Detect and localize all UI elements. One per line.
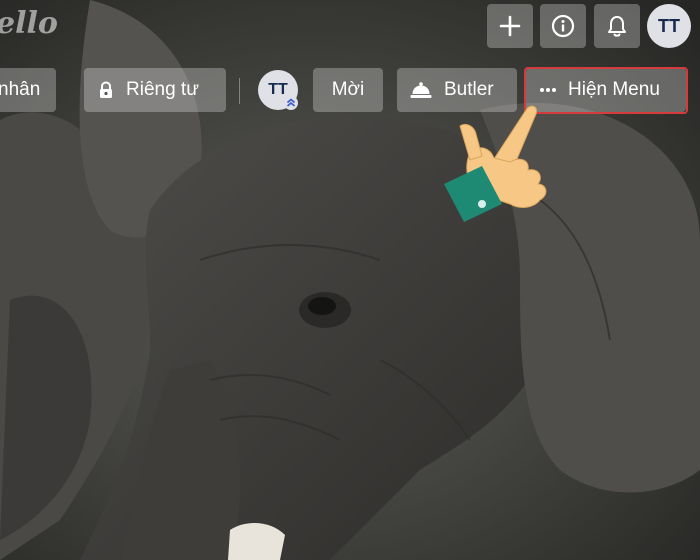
personal-board-label: nhân: [0, 79, 41, 100]
privacy-label: Riêng tư: [126, 79, 199, 100]
info-button[interactable]: [540, 4, 586, 48]
info-icon: [551, 14, 575, 38]
invite-button[interactable]: Mời: [313, 68, 383, 112]
board-member-avatar[interactable]: TT: [258, 70, 300, 112]
bell-icon: [608, 16, 626, 37]
personal-board-button[interactable]: nhân: [0, 68, 56, 112]
lock-icon: [98, 81, 114, 99]
pointing-hand-icon: [444, 105, 547, 222]
plus-icon: [499, 15, 521, 37]
butler-bell-icon: [410, 81, 432, 99]
add-button[interactable]: [487, 4, 533, 48]
invite-label: Mời: [331, 79, 365, 100]
notifications-button[interactable]: [594, 4, 640, 48]
header-divider: [239, 78, 240, 104]
app-logo[interactable]: ello: [0, 6, 58, 41]
privacy-button[interactable]: Riêng tư: [84, 68, 226, 112]
user-avatar[interactable]: TT: [647, 4, 691, 48]
show-menu-label: Hiện Menu: [568, 79, 660, 100]
chevron-up-double-icon: [284, 96, 298, 110]
